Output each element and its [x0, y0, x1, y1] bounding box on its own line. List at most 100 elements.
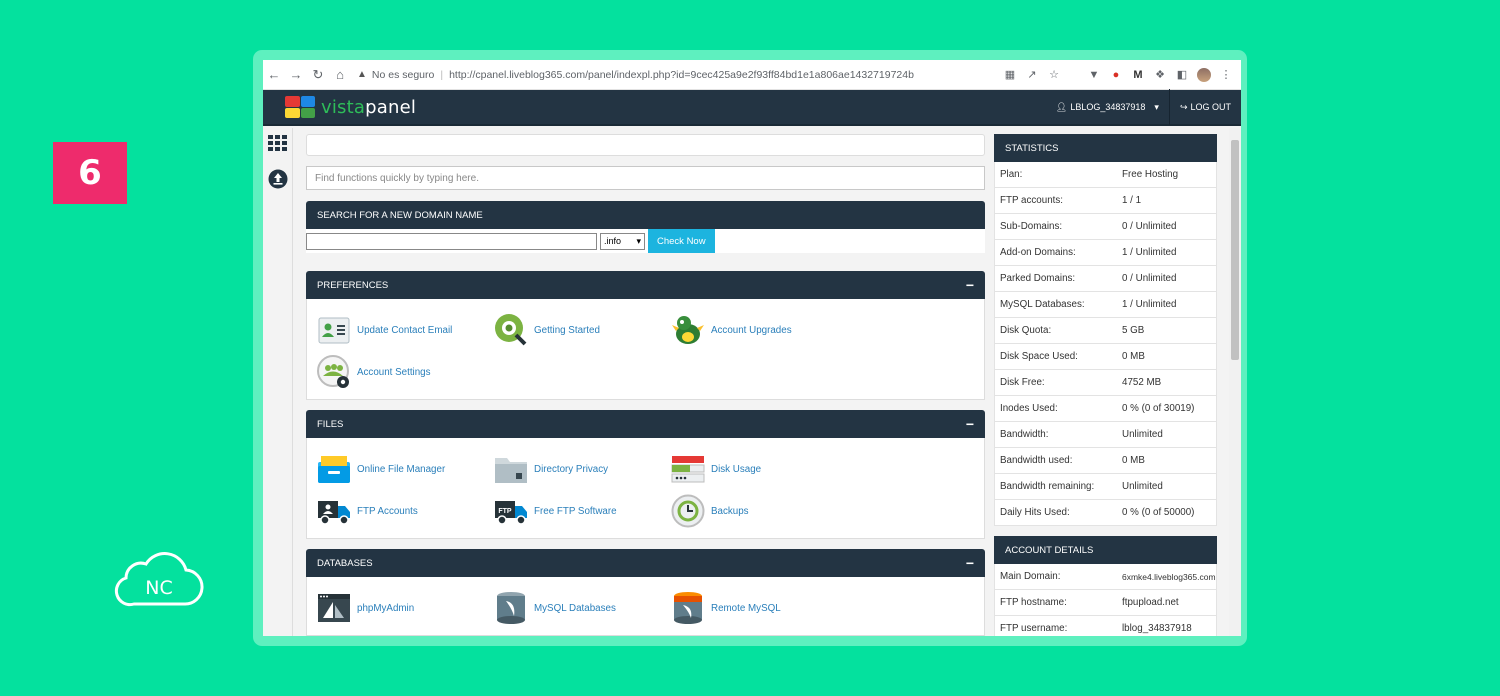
- tool-phpmyadmin[interactable]: phpMyAdmin: [317, 587, 494, 629]
- domain-search-row: .info ▾ Check Now: [306, 229, 985, 253]
- tool-label: MySQL Databases: [534, 602, 616, 614]
- extensions-puzzle-icon[interactable]: ❖: [1151, 66, 1169, 84]
- notice-box: [306, 134, 985, 156]
- stat-value: Unlimited: [1122, 481, 1163, 492]
- caret-down-icon: ▾: [1154, 101, 1159, 112]
- preferences-header[interactable]: PREFERENCES −: [306, 271, 985, 299]
- home-icon[interactable]: ⌂: [329, 64, 351, 86]
- stat-value: lblog_34837918: [1122, 623, 1192, 634]
- stat-label: Main Domain:: [1000, 571, 1061, 582]
- page-scrollbar[interactable]: [1229, 128, 1241, 636]
- apps-grid-icon[interactable]: [263, 128, 293, 158]
- function-search-input[interactable]: Find functions quickly by typing here.: [306, 166, 985, 190]
- stat-label: Parked Domains:: [1000, 273, 1076, 284]
- stat-label: Disk Quota:: [1000, 325, 1052, 336]
- collapse-toggle-icon[interactable]: −: [966, 277, 974, 293]
- tool-label: Account Settings: [357, 366, 431, 378]
- databases-section: DATABASES − phpMyAdmin MySQL Databases Re…: [306, 549, 985, 636]
- tool-account-upgrades[interactable]: Account Upgrades: [671, 309, 848, 351]
- tool-online-file-manager[interactable]: Online File Manager: [317, 448, 494, 490]
- stat-label: FTP hostname:: [1000, 597, 1067, 608]
- ftp-software-icon: FTP: [494, 494, 528, 528]
- disk-usage-icon: [671, 452, 705, 486]
- select-caret-icon: ▾: [636, 235, 641, 246]
- tool-label: Free FTP Software: [534, 505, 617, 517]
- tool-mysql-databases[interactable]: MySQL Databases: [494, 587, 671, 629]
- logout-icon: ↪: [1179, 101, 1188, 112]
- files-header[interactable]: FILES −: [306, 410, 985, 438]
- folder-lock-icon: [494, 452, 528, 486]
- back-icon[interactable]: ←: [263, 64, 285, 86]
- address-separator: |: [440, 68, 444, 81]
- left-sidebar: [263, 128, 293, 636]
- tld-select[interactable]: .info ▾: [600, 232, 645, 250]
- stat-row: Add-on Domains: 1 / Unlimited: [994, 240, 1217, 266]
- statistics-panel: STATISTICS Plan: Free Hosting FTP accounts…: [994, 134, 1217, 526]
- check-now-button[interactable]: Check Now: [648, 229, 715, 253]
- stat-row: MySQL Databases: 1 / Unlimited: [994, 292, 1217, 318]
- tool-remote-mysql[interactable]: Remote MySQL: [671, 587, 848, 629]
- databases-header[interactable]: DATABASES −: [306, 549, 985, 577]
- forward-icon[interactable]: →: [285, 64, 307, 86]
- right-column: STATISTICS Plan: Free Hosting FTP accounts…: [994, 134, 1217, 636]
- scrollbar-thumb[interactable]: [1231, 140, 1239, 360]
- browser-menu-icon[interactable]: ⋮: [1217, 66, 1235, 84]
- stat-label: Plan:: [1000, 169, 1023, 180]
- reload-icon[interactable]: ↻: [307, 64, 329, 86]
- databases-title: DATABASES: [317, 557, 373, 569]
- tool-update-contact-email[interactable]: Update Contact Email: [317, 309, 494, 351]
- brand[interactable]: vistapanel: [285, 96, 416, 118]
- m-extension-icon[interactable]: M: [1129, 66, 1147, 84]
- logout-label: LOG OUT: [1190, 102, 1231, 112]
- contact-card-icon: [317, 313, 351, 347]
- tool-getting-started[interactable]: Getting Started: [494, 309, 671, 351]
- domain-name-input[interactable]: [306, 232, 597, 250]
- stat-label: Disk Space Used:: [1000, 351, 1078, 362]
- stat-value: ftpupload.net: [1122, 597, 1179, 608]
- tool-ftp-accounts[interactable]: FTP Accounts: [317, 490, 494, 532]
- profile-avatar[interactable]: [1195, 66, 1213, 84]
- stat-label: FTP username:: [1000, 623, 1068, 634]
- domain-search-title: SEARCH FOR A NEW DOMAIN NAME: [317, 209, 483, 221]
- vpn-extension-icon[interactable]: ▼: [1085, 66, 1103, 84]
- preferences-grid: Update Contact Email Getting Started Acc…: [306, 299, 985, 400]
- tool-label: Directory Privacy: [534, 463, 609, 475]
- tool-label: FTP Accounts: [357, 505, 418, 517]
- share-icon[interactable]: ↗: [1023, 66, 1041, 84]
- stat-label: Bandwidth remaining:: [1000, 481, 1095, 492]
- account-details-panel: ACCOUNT DETAILS Main Domain: 6xmke4.liveb…: [994, 536, 1217, 636]
- stat-label: Inodes Used:: [1000, 403, 1058, 414]
- stat-value: Unlimited: [1122, 429, 1163, 440]
- stat-label: Bandwidth used:: [1000, 455, 1073, 466]
- page-content: vistapanel 👤︎ LBLOG_34837918 ▾ ↪ LOG OUT: [263, 89, 1241, 636]
- user-menu[interactable]: 👤︎ LBLOG_34837918 ▾: [1046, 89, 1169, 125]
- stat-row: Parked Domains: 0 / Unlimited: [994, 266, 1217, 292]
- remote-mysql-icon: [671, 591, 705, 625]
- statistics-rows: Plan: Free Hosting FTP accounts: 1 / 1 Sub-D…: [994, 162, 1217, 526]
- logout-button[interactable]: ↪ LOG OUT: [1168, 89, 1241, 125]
- account-settings-icon: [317, 355, 351, 389]
- tool-disk-usage[interactable]: Disk Usage: [671, 448, 848, 490]
- side-panel-icon[interactable]: ◧: [1173, 66, 1191, 84]
- url-text[interactable]: http://cpanel.liveblog365.com/panel/inde…: [449, 69, 914, 81]
- notification-extension-icon[interactable]: ●: [1107, 66, 1125, 84]
- domain-search-header: SEARCH FOR A NEW DOMAIN NAME: [306, 201, 985, 229]
- translate-icon[interactable]: ▦: [1001, 66, 1019, 84]
- phpmyadmin-icon: [317, 591, 351, 625]
- collapse-toggle-icon[interactable]: −: [966, 555, 974, 571]
- file-manager-icon: [317, 452, 351, 486]
- bookmark-star-icon[interactable]: ☆: [1045, 66, 1063, 84]
- stat-label: Disk Free:: [1000, 377, 1045, 388]
- collapse-toggle-icon[interactable]: −: [966, 416, 974, 432]
- tool-directory-privacy[interactable]: Directory Privacy: [494, 448, 671, 490]
- stat-row: FTP hostname: ftpupload.net: [994, 590, 1217, 616]
- tool-label: Backups: [711, 505, 749, 517]
- tool-free-ftp-software[interactable]: FTP Free FTP Software: [494, 490, 671, 532]
- step-number-badge: 6: [53, 142, 127, 204]
- address-bar[interactable]: ▲ No es seguro | http://cpanel.liveblog3…: [357, 64, 1001, 86]
- tool-account-settings[interactable]: Account Settings: [317, 351, 494, 393]
- dragon-upgrade-icon: [671, 313, 705, 347]
- upload-icon[interactable]: [263, 164, 293, 194]
- tool-backups[interactable]: Backups: [671, 490, 848, 532]
- stat-value: 0 % (0 of 30019): [1122, 403, 1195, 414]
